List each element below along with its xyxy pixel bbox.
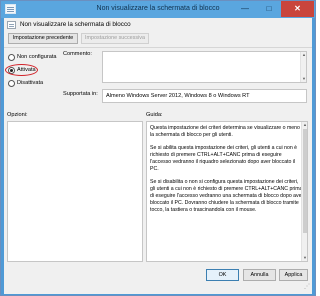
scroll-down-icon[interactable]: ▼ — [301, 76, 307, 82]
enabled-highlight-circle — [5, 64, 38, 76]
help-panel: Questa impostazione dei criteri determin… — [146, 121, 308, 262]
help-paragraph-2: Se si abilita questa impostazione dei cr… — [150, 145, 298, 172]
radio-not-configured-circle[interactable] — [8, 54, 15, 61]
policy-name: Non visualizzare la schermata di blocco — [20, 21, 131, 28]
options-panel — [7, 121, 143, 262]
help-scroll-down-icon[interactable]: ▼ — [302, 255, 307, 261]
previous-setting-button[interactable]: Impostazione precedente — [8, 33, 78, 44]
radio-not-configured-label: Non configurata — [17, 54, 57, 60]
radio-disabled-circle[interactable] — [8, 80, 15, 87]
help-scrollbar[interactable]: ▲ ▼ — [301, 122, 307, 261]
scroll-up-icon[interactable]: ▲ — [301, 52, 307, 58]
minimize-button[interactable]: — — [233, 1, 257, 17]
help-scroll-thumb[interactable] — [303, 129, 307, 233]
supported-value: Almeno Windows Server 2012, Windows 8 o … — [102, 89, 307, 103]
dialog-window: Non visualizzare la schermata di blocco … — [0, 0, 316, 296]
resize-grip-icon[interactable]: ⋰ — [301, 283, 310, 292]
comment-scrollbar[interactable]: ▲ ▼ — [300, 52, 306, 82]
help-scroll-up-icon[interactable]: ▲ — [302, 122, 307, 128]
cancel-button[interactable]: Annulla — [243, 269, 276, 281]
options-label: Opzioni: — [7, 112, 28, 118]
comment-textarea[interactable]: ▲ ▼ — [102, 51, 307, 83]
supported-label: Supportata in: — [63, 91, 98, 97]
help-paragraph-1: Questa impostazione dei criteri determin… — [150, 125, 300, 138]
header-divider — [4, 47, 312, 48]
title-bar[interactable]: Non visualizzare la schermata di blocco … — [1, 1, 315, 18]
policy-setting-icon — [7, 21, 16, 29]
comment-label: Commento: — [63, 51, 92, 57]
dialog-client-area: Non visualizzare la schermata di blocco … — [4, 18, 312, 294]
radio-disabled-label: Disattivata — [17, 80, 44, 86]
next-setting-button[interactable]: Impostazione successiva — [81, 33, 149, 44]
ok-button[interactable]: OK — [206, 269, 239, 281]
help-label: Guida: — [146, 112, 163, 118]
apply-button[interactable]: Applica — [279, 269, 308, 281]
maximize-button[interactable]: □ — [257, 1, 281, 17]
help-paragraph-3: Se si disabilita o non si configura ques… — [150, 179, 304, 213]
close-button[interactable]: ✕ — [281, 1, 314, 17]
